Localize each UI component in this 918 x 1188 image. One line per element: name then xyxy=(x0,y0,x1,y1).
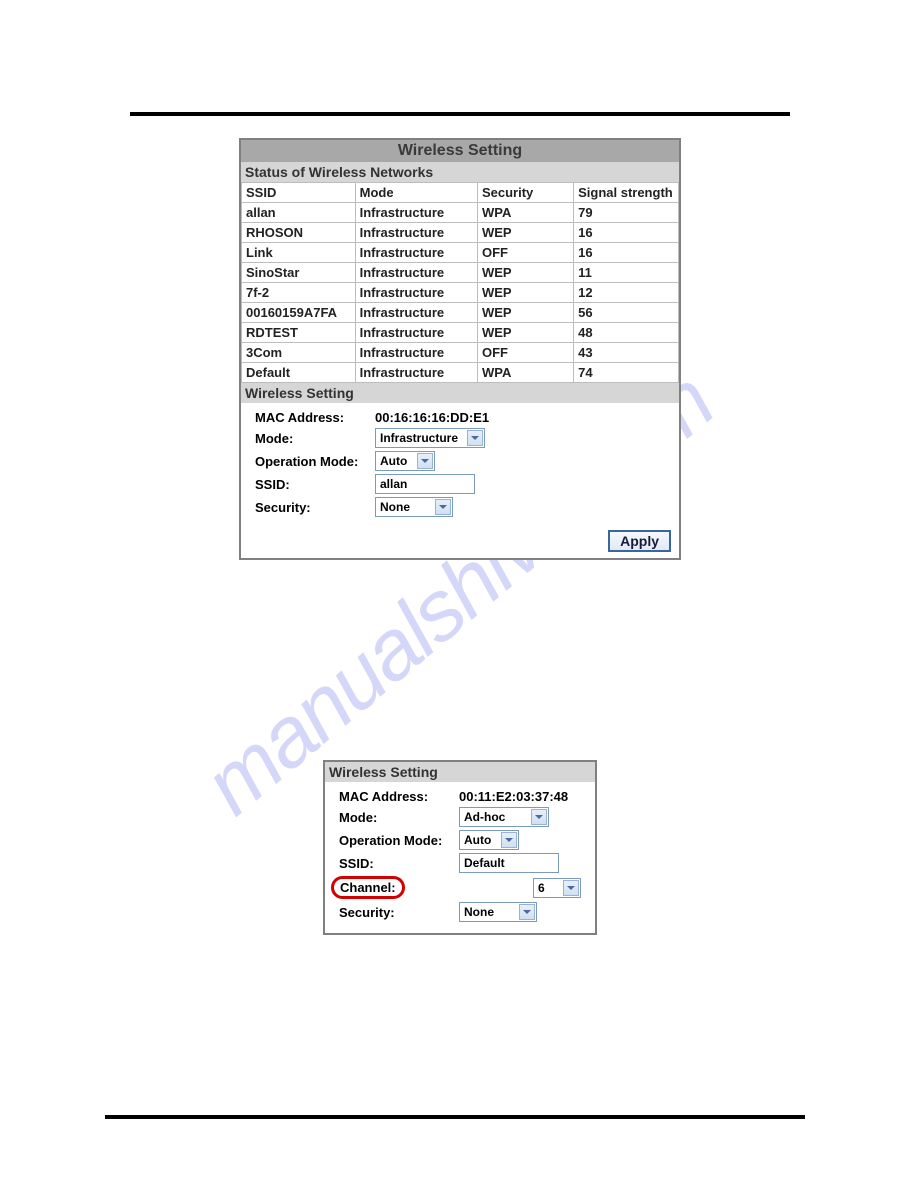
chevron-down-icon xyxy=(531,809,547,825)
table-header-row: SSID Mode Security Signal strength xyxy=(242,183,679,203)
apply-button[interactable]: Apply xyxy=(608,530,671,552)
table-row[interactable]: SinoStarInfrastructureWEP11 xyxy=(242,263,679,283)
table-row[interactable]: DefaultInfrastructureWPA74 xyxy=(242,363,679,383)
cell-mode: Infrastructure xyxy=(355,223,477,243)
cell-sec: OFF xyxy=(477,343,573,363)
panel-title: Wireless Setting xyxy=(241,140,679,162)
cell-sig: 12 xyxy=(574,283,679,303)
table-row[interactable]: RDTESTInfrastructureWEP48 xyxy=(242,323,679,343)
operation-mode-value: Auto xyxy=(380,454,407,468)
security-label: Security: xyxy=(255,500,375,515)
mode-value: Ad-hoc xyxy=(464,810,505,824)
security-label: Security: xyxy=(339,905,459,920)
cell-ssid: 3Com xyxy=(242,343,356,363)
ssid-input[interactable]: allan xyxy=(375,474,475,494)
channel-value: 6 xyxy=(538,881,545,895)
top-rule xyxy=(130,112,790,116)
bottom-rule xyxy=(105,1115,805,1119)
chevron-down-icon xyxy=(467,430,483,446)
col-ssid: SSID xyxy=(242,183,356,203)
chevron-down-icon xyxy=(435,499,451,515)
mac-label: MAC Address: xyxy=(255,410,375,425)
table-row[interactable]: RHOSONInfrastructureWEP16 xyxy=(242,223,679,243)
cell-sec: OFF xyxy=(477,243,573,263)
cell-mode: Infrastructure xyxy=(355,323,477,343)
table-row[interactable]: allanInfrastructureWPA79 xyxy=(242,203,679,223)
cell-ssid: SinoStar xyxy=(242,263,356,283)
ssid-input[interactable]: Default xyxy=(459,853,559,873)
cell-mode: Infrastructure xyxy=(355,243,477,263)
ssid-label: SSID: xyxy=(339,856,459,871)
mode-label: Mode: xyxy=(255,431,375,446)
cell-sig: 56 xyxy=(574,303,679,323)
chevron-down-icon xyxy=(501,832,517,848)
form-header: Wireless Setting xyxy=(325,762,595,782)
wireless-setting-panel-adhoc: Wireless Setting MAC Address: 00:11:E2:0… xyxy=(323,760,597,935)
cell-ssid: allan xyxy=(242,203,356,223)
operation-mode-label: Operation Mode: xyxy=(339,833,459,848)
cell-ssid: 00160159A7FA xyxy=(242,303,356,323)
security-select[interactable]: None xyxy=(375,497,453,517)
channel-highlight: Channel: xyxy=(331,876,405,899)
form-area: MAC Address: 00:16:16:16:DD:E1 Mode: Inf… xyxy=(241,403,679,528)
mode-value: Infrastructure xyxy=(380,431,458,445)
table-row[interactable]: LinkInfrastructureOFF16 xyxy=(242,243,679,263)
operation-mode-label: Operation Mode: xyxy=(255,454,375,469)
ssid-label: SSID: xyxy=(255,477,375,492)
status-header: Status of Wireless Networks xyxy=(241,162,679,182)
mac-value: 00:16:16:16:DD:E1 xyxy=(375,410,489,425)
cell-sig: 16 xyxy=(574,243,679,263)
security-value: None xyxy=(464,905,494,919)
cell-sec: WEP xyxy=(477,283,573,303)
col-security: Security xyxy=(477,183,573,203)
cell-mode: Infrastructure xyxy=(355,343,477,363)
cell-ssid: RHOSON xyxy=(242,223,356,243)
cell-ssid: Default xyxy=(242,363,356,383)
chevron-down-icon xyxy=(417,453,433,469)
cell-sig: 11 xyxy=(574,263,679,283)
operation-mode-select[interactable]: Auto xyxy=(375,451,435,471)
cell-mode: Infrastructure xyxy=(355,203,477,223)
cell-sec: WEP xyxy=(477,223,573,243)
cell-sec: WPA xyxy=(477,203,573,223)
cell-mode: Infrastructure xyxy=(355,303,477,323)
cell-mode: Infrastructure xyxy=(355,263,477,283)
cell-mode: Infrastructure xyxy=(355,283,477,303)
mac-label: MAC Address: xyxy=(339,789,459,804)
cell-sec: WEP xyxy=(477,263,573,283)
operation-mode-value: Auto xyxy=(464,833,491,847)
table-row[interactable]: 3ComInfrastructureOFF43 xyxy=(242,343,679,363)
cell-sig: 48 xyxy=(574,323,679,343)
chevron-down-icon xyxy=(519,904,535,920)
mode-select[interactable]: Ad-hoc xyxy=(459,807,549,827)
table-row[interactable]: 00160159A7FAInfrastructureWEP56 xyxy=(242,303,679,323)
cell-ssid: 7f-2 xyxy=(242,283,356,303)
cell-sig: 43 xyxy=(574,343,679,363)
cell-sig: 79 xyxy=(574,203,679,223)
wireless-setting-panel: Wireless Setting Status of Wireless Netw… xyxy=(239,138,681,560)
security-value: None xyxy=(380,500,410,514)
col-signal: Signal strength xyxy=(574,183,679,203)
table-row[interactable]: 7f-2InfrastructureWEP12 xyxy=(242,283,679,303)
cell-ssid: RDTEST xyxy=(242,323,356,343)
mode-label: Mode: xyxy=(339,810,459,825)
cell-sec: WPA xyxy=(477,363,573,383)
cell-ssid: Link xyxy=(242,243,356,263)
cell-sec: WEP xyxy=(477,303,573,323)
col-mode: Mode xyxy=(355,183,477,203)
cell-sig: 16 xyxy=(574,223,679,243)
security-select[interactable]: None xyxy=(459,902,537,922)
chevron-down-icon xyxy=(563,880,579,896)
cell-sig: 74 xyxy=(574,363,679,383)
form-header: Wireless Setting xyxy=(241,383,679,403)
networks-table: SSID Mode Security Signal strength allan… xyxy=(241,182,679,383)
channel-label: Channel: xyxy=(340,880,396,895)
mode-select[interactable]: Infrastructure xyxy=(375,428,485,448)
cell-mode: Infrastructure xyxy=(355,363,477,383)
cell-sec: WEP xyxy=(477,323,573,343)
operation-mode-select[interactable]: Auto xyxy=(459,830,519,850)
mac-value: 00:11:E2:03:37:48 xyxy=(459,789,568,804)
channel-select[interactable]: 6 xyxy=(533,878,581,898)
